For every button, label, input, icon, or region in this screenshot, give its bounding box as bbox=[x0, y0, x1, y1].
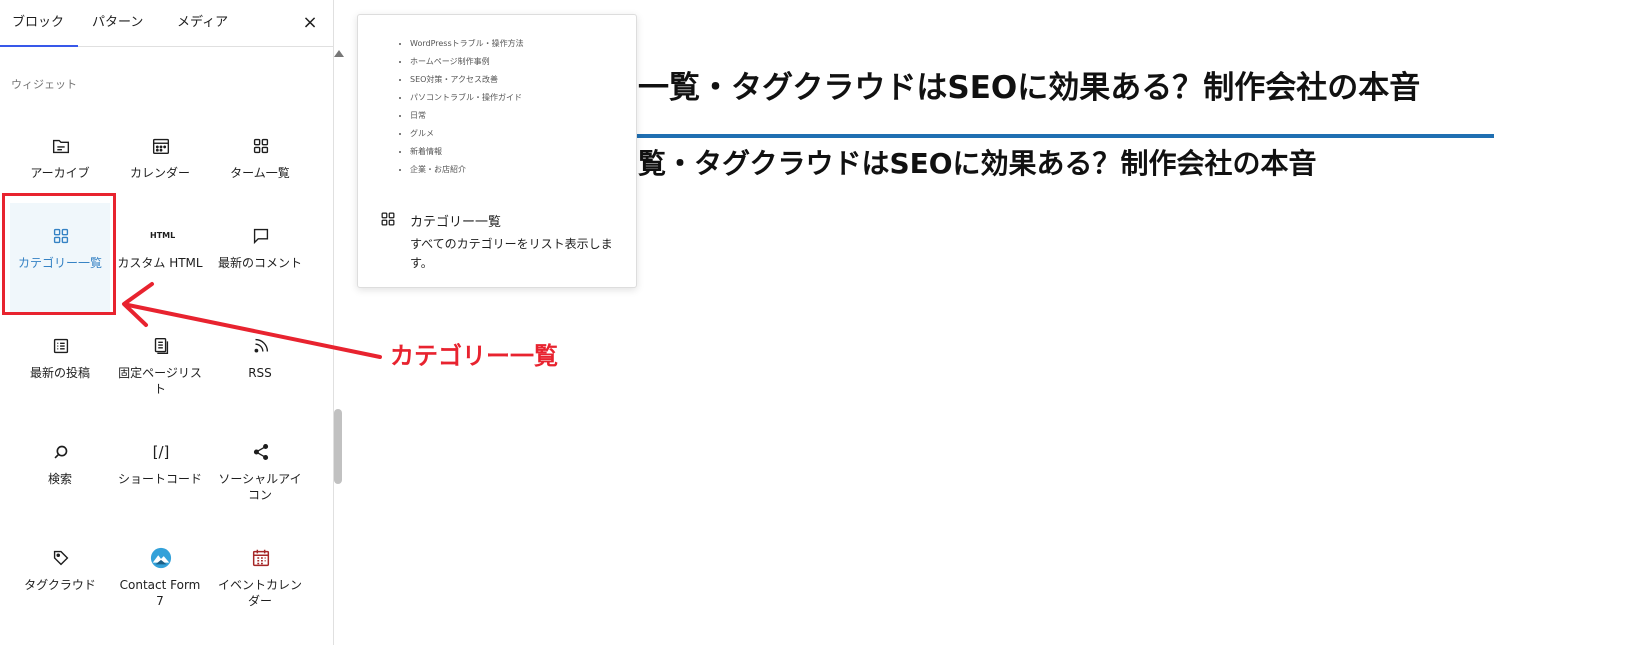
event-calendar-icon bbox=[252, 549, 270, 567]
tab-patterns[interactable]: パターン bbox=[92, 0, 143, 46]
contact-form-7-icon bbox=[150, 547, 172, 569]
list-item: SEO対策・アクセス改善 bbox=[410, 71, 524, 89]
page-list-icon bbox=[154, 337, 169, 355]
block-preview-popover: WordPressトラブル・操作方法 ホームページ制作事例 SEO対策・アクセス… bbox=[357, 14, 637, 288]
selection-highlight-box bbox=[2, 193, 116, 315]
block-label: 最新のコメント bbox=[217, 256, 302, 270]
block-latest-posts[interactable]: 最新の投稿 bbox=[10, 313, 110, 423]
block-rss[interactable]: RSS bbox=[210, 313, 310, 423]
shortcode-icon: [/] bbox=[152, 443, 170, 461]
block-label: ターム一覧 bbox=[230, 166, 290, 180]
categories-icon bbox=[381, 212, 395, 226]
preview-title: カテゴリー一覧 bbox=[410, 215, 502, 230]
block-label: 検索 bbox=[47, 472, 72, 486]
list-item: 新着情報 bbox=[410, 143, 524, 161]
preview-description: すべてのカテゴリーをリスト表示します。 bbox=[410, 237, 613, 270]
list-item: ホームページ制作事例 bbox=[410, 53, 524, 71]
terms-list-icon bbox=[253, 138, 269, 154]
archive-icon bbox=[52, 139, 70, 154]
tag-icon bbox=[53, 550, 69, 566]
list-item: 日常 bbox=[410, 107, 524, 125]
section-label-widgets: ウィジェット bbox=[11, 78, 77, 91]
latest-posts-icon bbox=[53, 338, 69, 354]
html-icon: HTML bbox=[150, 231, 176, 240]
heading-underline bbox=[636, 134, 1494, 138]
close-icon[interactable]: × bbox=[299, 12, 321, 34]
tab-media[interactable]: メディア bbox=[177, 0, 228, 46]
block-label: ショートコード bbox=[117, 472, 202, 486]
sidebar-scrollbar-thumb[interactable] bbox=[334, 409, 342, 484]
block-latest-comments[interactable]: 最新のコメント bbox=[210, 203, 310, 313]
block-label: 最新の投稿 bbox=[29, 366, 90, 380]
block-page-list[interactable]: 固定ページリスト bbox=[110, 313, 210, 423]
block-label: カスタム HTML bbox=[117, 256, 203, 270]
rss-icon bbox=[254, 338, 269, 353]
block-label: イベントカレンダー bbox=[217, 578, 302, 608]
block-label: アーカイブ bbox=[30, 166, 90, 180]
list-item: パソコントラブル・操作ガイド bbox=[410, 89, 524, 107]
block-tag-cloud[interactable]: タグクラウド bbox=[10, 525, 110, 635]
block-custom-html[interactable]: HTML カスタム HTML bbox=[110, 203, 210, 313]
block-label: RSS bbox=[248, 366, 272, 380]
annotation-label: カテゴリー一覧 bbox=[390, 342, 558, 370]
block-search[interactable]: 検索 bbox=[10, 419, 110, 529]
block-social-icons[interactable]: ソーシャルアイコン bbox=[210, 419, 310, 529]
tab-blocks[interactable]: ブロック bbox=[0, 0, 79, 47]
list-item: WordPressトラブル・操作方法 bbox=[410, 35, 524, 53]
block-label: 固定ページリスト bbox=[118, 366, 202, 396]
block-event-calendar[interactable]: イベントカレンダー bbox=[210, 525, 310, 635]
post-heading-1[interactable]: 一覧・タグクラウドはSEOに効果ある？制作会社の本音 bbox=[638, 62, 1420, 107]
comment-icon bbox=[253, 228, 269, 245]
preview-category-list: WordPressトラブル・操作方法 ホームページ制作事例 SEO対策・アクセス… bbox=[398, 35, 524, 179]
block-label: ソーシャルアイコン bbox=[218, 472, 302, 502]
block-label: タグクラウド bbox=[24, 578, 96, 592]
scroll-up-arrow-icon[interactable] bbox=[334, 50, 344, 57]
block-label: カレンダー bbox=[129, 166, 190, 180]
share-icon bbox=[253, 443, 269, 461]
calendar-icon bbox=[152, 138, 170, 155]
block-contact-form-7[interactable]: Contact Form 7 bbox=[110, 525, 210, 635]
search-icon bbox=[54, 445, 68, 459]
list-item: 企業・お店紹介 bbox=[410, 161, 524, 179]
list-item: グルメ bbox=[410, 125, 524, 143]
inserter-tabs: ブロック パターン メディア × bbox=[0, 0, 333, 47]
block-shortcode[interactable]: [/] ショートコード bbox=[110, 419, 210, 529]
block-inserter-sidebar: ブロック パターン メディア × ウィジェット アーカイブ カレンダー ターム一… bbox=[0, 0, 334, 645]
post-heading-2[interactable]: 覧・タグクラウドはSEOに効果ある？制作会社の本音 bbox=[638, 142, 1317, 182]
block-label: Contact Form 7 bbox=[119, 578, 201, 608]
